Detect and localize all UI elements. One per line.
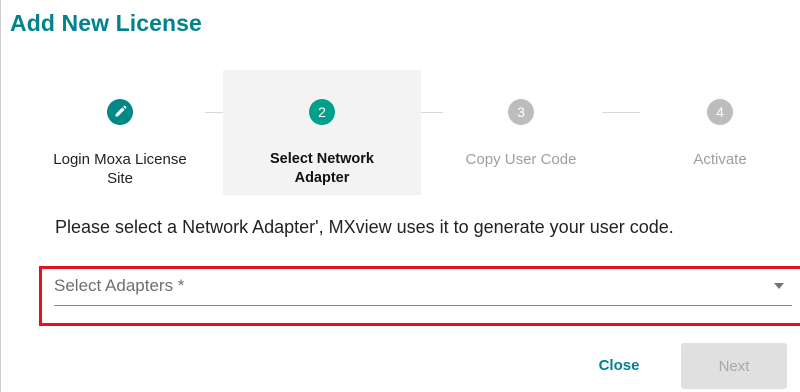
- step-label: Select Network Adapter: [223, 150, 421, 188]
- close-button[interactable]: Close: [582, 346, 656, 386]
- step-copy-user-code: 3 Copy User Code: [422, 70, 620, 195]
- step-label-line: Login Moxa License: [53, 151, 187, 168]
- step-label-line: Adapter: [294, 170, 350, 186]
- chevron-down-icon[interactable]: [774, 283, 784, 289]
- step-done-indicator: [107, 99, 133, 125]
- add-license-dialog: Add New License Login Moxa License Site …: [0, 0, 800, 392]
- step-number: 4: [707, 99, 733, 125]
- step-label: Login Moxa License Site: [21, 150, 219, 188]
- step-activate: 4 Activate: [621, 70, 800, 195]
- step-label-line: Site: [107, 170, 133, 187]
- pencil-icon: [115, 105, 127, 117]
- step-number: 3: [508, 99, 534, 125]
- step-select-adapter: 2 Select Network Adapter: [223, 70, 421, 195]
- step-label: Copy User Code: [465, 151, 577, 168]
- dialog-title: Add New License: [10, 10, 202, 36]
- adapter-select-placeholder: Select Adapters *: [54, 276, 185, 295]
- step-label: Activate: [693, 151, 747, 168]
- next-button[interactable]: Next: [681, 343, 787, 389]
- instruction-text: Please select a Network Adapter', MXview…: [55, 217, 674, 237]
- step-label-line: Select Network: [270, 151, 374, 167]
- step-login: Login Moxa License Site: [21, 70, 219, 195]
- adapter-select[interactable]: Select Adapters *: [54, 272, 792, 306]
- step-number: 2: [309, 99, 335, 125]
- stepper: Login Moxa License Site 2 Select Network…: [1, 70, 800, 195]
